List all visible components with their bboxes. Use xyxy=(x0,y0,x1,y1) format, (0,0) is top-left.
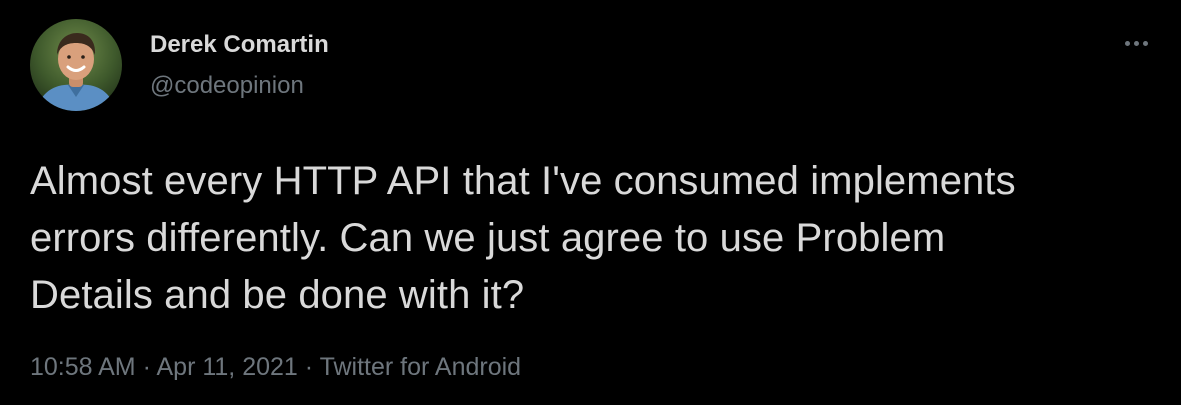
more-horizontal-icon-dot xyxy=(1134,41,1139,46)
tweet-card: Derek Comartin @codeopinion Almost every… xyxy=(0,0,1181,405)
tweet-source-link[interactable]: Twitter for Android xyxy=(320,353,521,381)
tweet-text: Almost every HTTP API that I've consumed… xyxy=(30,153,1155,324)
meta-separator: · xyxy=(142,353,151,381)
tweet-text-line: Almost every HTTP API that I've consumed… xyxy=(30,159,1016,203)
more-horizontal-icon-dot xyxy=(1143,41,1148,46)
avatar[interactable] xyxy=(30,19,122,111)
meta-separator: · xyxy=(304,353,314,381)
tweet-text-line: errors differently. Can we just agree to… xyxy=(30,216,946,260)
tweet-timestamp-date[interactable]: Apr 11, 2021 xyxy=(157,353,298,381)
tweet-text-line: Details and be done with it? xyxy=(30,273,525,317)
tweet-metadata: 10:58 AM · Apr 11, 2021 · Twitter for An… xyxy=(30,350,521,384)
author-name[interactable]: Derek Comartin xyxy=(150,29,329,61)
more-horizontal-icon xyxy=(1125,41,1130,46)
tweet-timestamp-time[interactable]: 10:58 AM xyxy=(30,353,136,381)
more-options-button[interactable] xyxy=(1117,30,1157,58)
avatar-photo xyxy=(30,19,122,111)
author-handle[interactable]: @codeopinion xyxy=(150,70,304,102)
